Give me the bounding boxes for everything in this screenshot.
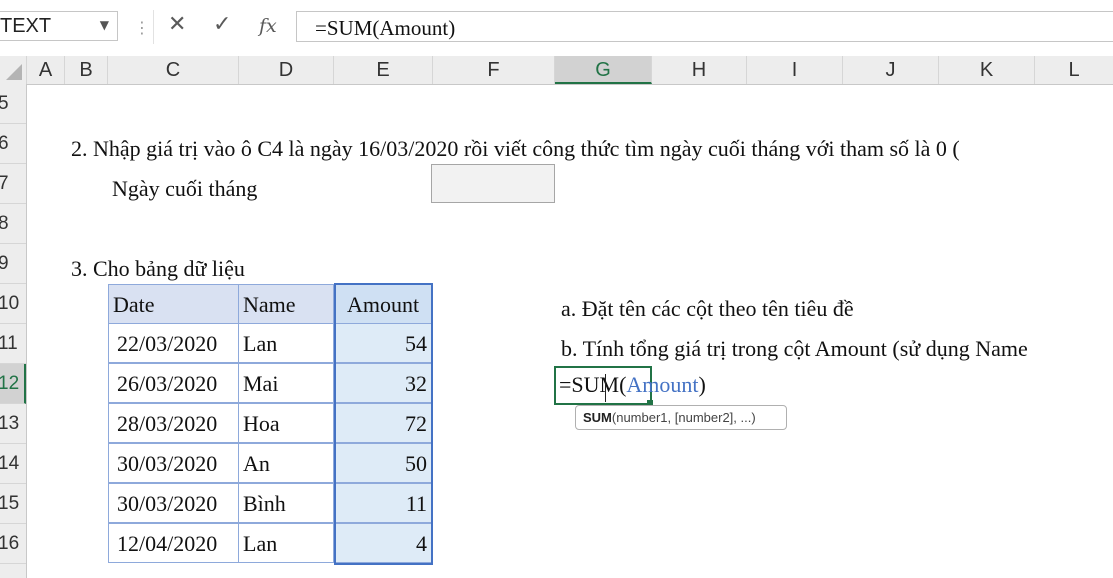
formula-text: =SUM(Amount) bbox=[315, 16, 456, 40]
column-header-l[interactable]: L bbox=[1035, 56, 1113, 84]
table-cell-name[interactable]: Lan bbox=[238, 323, 334, 363]
table-header-name[interactable]: Name bbox=[238, 284, 334, 324]
tooltip-function-name[interactable]: SUM bbox=[583, 410, 612, 425]
column-header-h[interactable]: H bbox=[652, 56, 747, 84]
column-header-e[interactable]: E bbox=[334, 56, 433, 84]
tooltip-args: (number1, [number2], ...) bbox=[611, 410, 756, 425]
name-box-value: TEXT bbox=[0, 15, 52, 37]
row-header-16[interactable]: 16 bbox=[0, 524, 26, 564]
table-cell-name[interactable]: Mai bbox=[238, 363, 334, 403]
row-header-5[interactable]: 5 bbox=[0, 84, 26, 124]
column-header-g[interactable]: G bbox=[555, 56, 652, 84]
task3b-text[interactable]: b. Tính tổng giá trị trong cột Amount (s… bbox=[561, 336, 1028, 362]
row-header-14[interactable]: 14 bbox=[0, 444, 26, 484]
table-cell-name[interactable]: An bbox=[238, 443, 334, 483]
row-header-8[interactable]: 8 bbox=[0, 204, 26, 244]
row-header-11[interactable]: 11 bbox=[0, 324, 26, 364]
table-cell-date[interactable]: 30/03/2020 bbox=[108, 483, 239, 523]
table-cell-amount[interactable]: 54 bbox=[333, 323, 433, 363]
formula-input[interactable]: =SUM(Amount) bbox=[296, 11, 1113, 42]
grip-icon: ⋮ bbox=[134, 18, 150, 37]
row-header-10[interactable]: 10 bbox=[0, 284, 26, 324]
table-cell-name[interactable]: Bình bbox=[238, 483, 334, 523]
row-header-6[interactable]: 6 bbox=[0, 124, 26, 164]
table-cell-date[interactable]: 26/03/2020 bbox=[108, 363, 239, 403]
column-header-bar: A B C D E F G H I J K L bbox=[0, 56, 1113, 85]
table-cell-amount[interactable]: 72 bbox=[333, 403, 433, 443]
row-header-13[interactable]: 13 bbox=[0, 404, 26, 444]
task3a-text[interactable]: a. Đặt tên các cột theo tên tiêu đề bbox=[561, 296, 854, 322]
enter-icon[interactable]: ✓ bbox=[213, 12, 231, 37]
edit-suffix: ) bbox=[698, 372, 706, 397]
end-of-month-cell[interactable] bbox=[431, 164, 555, 203]
select-all-button[interactable] bbox=[0, 56, 27, 84]
table-header-date[interactable]: Date bbox=[108, 284, 239, 324]
row-header-15[interactable]: 15 bbox=[0, 484, 26, 524]
column-header-f[interactable]: F bbox=[433, 56, 555, 84]
table-cell-date[interactable]: 28/03/2020 bbox=[108, 403, 239, 443]
column-header-i[interactable]: I bbox=[747, 56, 843, 84]
c7-label[interactable]: Ngày cuối tháng bbox=[112, 176, 257, 202]
text-caret bbox=[605, 374, 606, 402]
task3-text[interactable]: 3. Cho bảng dữ liệu bbox=[71, 256, 245, 282]
table-cell-date[interactable]: 22/03/2020 bbox=[108, 323, 239, 363]
row-header-bar: 5 6 7 8 9 10 11 12 13 14 15 16 bbox=[0, 84, 27, 578]
table-cell-amount[interactable]: 4 bbox=[333, 523, 433, 563]
cell-edit-text: =SUM(Amount) bbox=[559, 372, 706, 398]
table-cell-amount[interactable]: 50 bbox=[333, 443, 433, 483]
edit-range-ref: Amount bbox=[626, 372, 699, 397]
function-tooltip[interactable]: SUM(number1, [number2], ...) bbox=[575, 405, 787, 430]
table-header-amount[interactable]: Amount bbox=[333, 284, 433, 324]
chevron-down-icon[interactable]: ▼ bbox=[100, 18, 109, 32]
task2-text[interactable]: 2. Nhập giá trị vào ô C4 là ngày 16/03/2… bbox=[71, 136, 960, 162]
column-header-b[interactable]: B bbox=[65, 56, 108, 84]
table-cell-amount[interactable]: 11 bbox=[333, 483, 433, 523]
table-cell-name[interactable]: Hoa bbox=[238, 403, 334, 443]
row-header-12[interactable]: 12 bbox=[0, 364, 26, 404]
table-cell-date[interactable]: 12/04/2020 bbox=[108, 523, 239, 563]
column-header-d[interactable]: D bbox=[239, 56, 334, 84]
table-cell-date[interactable]: 30/03/2020 bbox=[108, 443, 239, 483]
column-header-k[interactable]: K bbox=[939, 56, 1035, 84]
name-box[interactable]: TEXT ▼ bbox=[0, 11, 118, 41]
insert-function-icon[interactable]: fx bbox=[259, 15, 277, 37]
row-header-7[interactable]: 7 bbox=[0, 164, 26, 204]
table-cell-amount[interactable]: 32 bbox=[333, 363, 433, 403]
column-header-a[interactable]: A bbox=[27, 56, 65, 84]
formula-divider bbox=[153, 10, 154, 44]
table-cell-name[interactable]: Lan bbox=[238, 523, 334, 563]
cancel-icon[interactable]: ✕ bbox=[168, 12, 186, 37]
column-header-j[interactable]: J bbox=[843, 56, 939, 84]
edit-prefix: =SUM( bbox=[559, 372, 627, 397]
formula-bar-area: TEXT ▼ ⋮ ✕ ✓ fx =SUM(Amount) bbox=[0, 0, 1113, 57]
row-header-9[interactable]: 9 bbox=[0, 244, 26, 284]
column-header-c[interactable]: C bbox=[108, 56, 239, 84]
